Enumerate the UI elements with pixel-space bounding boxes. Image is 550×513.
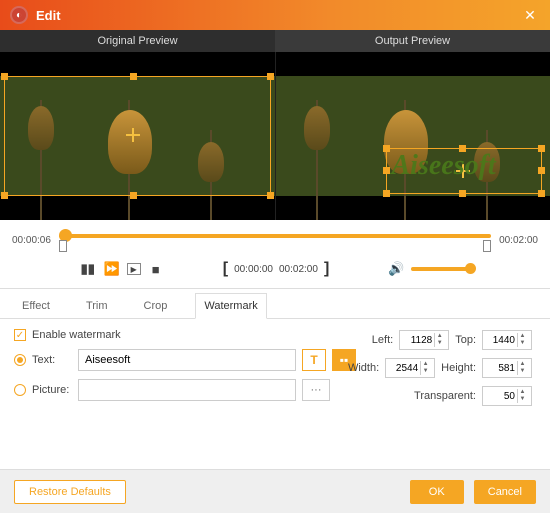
tab-effect[interactable]: Effect [14, 294, 58, 318]
text-radio-label: Text: [32, 354, 72, 366]
enable-watermark-checkbox[interactable]: ✓ [14, 329, 26, 341]
original-preview-label: Original Preview [0, 30, 275, 52]
seek-track[interactable] [59, 226, 491, 254]
height-spinner[interactable]: ▲▼ [482, 358, 532, 378]
left-spinner[interactable]: ▲▼ [399, 330, 449, 350]
edit-window: ◐ Edit ✕ Original Preview Output Preview [0, 0, 550, 513]
top-spinner[interactable]: ▲▼ [482, 330, 532, 350]
text-style-icon[interactable]: T [302, 349, 326, 371]
watermark-preview-text: Aiseesoft [392, 150, 496, 182]
height-label: Height: [441, 362, 476, 374]
tabs: Effect Trim Crop Watermark [0, 289, 550, 319]
left-label: Left: [372, 334, 393, 346]
timeline: 00:00:06 00:02:00 [0, 220, 550, 258]
total-time-label: 00:02:00 [499, 235, 538, 246]
watermark-picture-input[interactable] [78, 379, 296, 401]
output-preview-label: Output Preview [275, 30, 550, 52]
range-end-time: 00:02:00 [279, 264, 318, 275]
ok-button[interactable]: OK [410, 480, 464, 504]
titlebar: ◐ Edit ✕ [0, 0, 550, 30]
browse-picture-button[interactable]: ··· [302, 379, 330, 401]
preview-area: Aiseesoft [0, 52, 550, 220]
output-preview-pane[interactable]: Aiseesoft [276, 52, 550, 220]
playback-controls: ▮▮ ⏩ ▶ ■ [ 00:00:00 00:02:00 ] 🔊 [0, 258, 550, 289]
stop-icon[interactable]: ■ [147, 260, 165, 278]
fast-forward-icon[interactable]: ⏩ [103, 260, 121, 278]
text-radio[interactable] [14, 354, 26, 366]
range-end-bracket-icon[interactable]: ] [324, 260, 329, 278]
window-title: Edit [36, 8, 520, 23]
transparent-spinner[interactable]: ▲▼ [482, 386, 532, 406]
current-time-label: 00:00:06 [12, 235, 51, 246]
width-label: Width: [348, 362, 379, 374]
width-spinner[interactable]: ▲▼ [385, 358, 435, 378]
crosshair-icon [126, 128, 140, 142]
top-label: Top: [455, 334, 476, 346]
picture-radio[interactable] [14, 384, 26, 396]
original-preview-pane[interactable] [0, 52, 276, 220]
range-start-time: 00:00:00 [234, 264, 273, 275]
tab-crop[interactable]: Crop [136, 294, 176, 318]
transparent-label: Transparent: [414, 390, 476, 402]
position-panel: Left: ▲▼ Top: ▲▼ Width: ▲▼ Height: ▲▼ Tr… [348, 330, 532, 414]
pause-icon[interactable]: ▮▮ [79, 260, 97, 278]
app-logo-icon: ◐ [10, 6, 28, 24]
tab-watermark[interactable]: Watermark [195, 293, 266, 319]
volume-icon[interactable]: 🔊 [387, 260, 405, 278]
range-start-marker[interactable] [59, 240, 67, 252]
cancel-button[interactable]: Cancel [474, 480, 536, 504]
enable-watermark-label: Enable watermark [32, 329, 121, 341]
picture-radio-label: Picture: [32, 384, 72, 396]
watermark-text-input[interactable] [78, 349, 296, 371]
range-end-marker[interactable] [483, 240, 491, 252]
range-start-bracket-icon[interactable]: [ [223, 260, 228, 278]
close-icon[interactable]: ✕ [520, 5, 540, 25]
volume-slider[interactable] [411, 267, 471, 271]
restore-defaults-button[interactable]: Restore Defaults [14, 480, 126, 504]
preview-header: Original Preview Output Preview [0, 30, 550, 52]
step-icon[interactable]: ▶ [127, 263, 141, 275]
tab-trim[interactable]: Trim [78, 294, 116, 318]
footer: Restore Defaults OK Cancel [0, 469, 550, 513]
